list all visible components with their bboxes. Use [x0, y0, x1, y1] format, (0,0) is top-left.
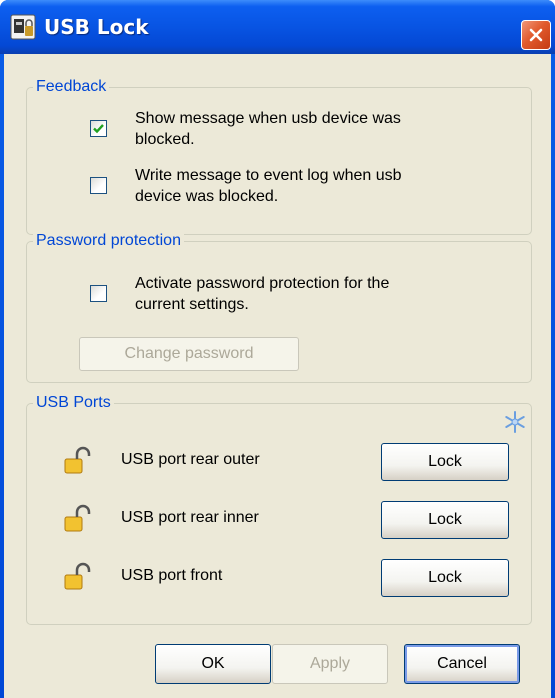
- password-checkbox[interactable]: [90, 285, 107, 302]
- event-log-option[interactable]: Write message to event log when usb devi…: [90, 165, 465, 207]
- snowflake-icon[interactable]: [503, 410, 527, 434]
- unlocked-padlock-icon: [64, 562, 91, 590]
- event-log-checkbox[interactable]: [90, 177, 107, 194]
- show-message-label-line1: Show message when usb device was: [135, 110, 401, 127]
- ok-button[interactable]: OK: [155, 644, 271, 684]
- lock-front-button[interactable]: Lock: [381, 559, 509, 597]
- show-message-checkbox[interactable]: [90, 120, 107, 137]
- close-icon: [529, 28, 543, 42]
- usb-port-label: USB port rear outer: [121, 451, 260, 468]
- dialog-body: Feedback Show message when usb device wa…: [4, 54, 551, 698]
- usb-ports-group-title: USB Ports: [33, 393, 114, 413]
- lock-rear-inner-button[interactable]: Lock: [381, 501, 509, 539]
- feedback-group-title: Feedback: [33, 77, 110, 97]
- event-log-label-line2: device was blocked.: [135, 188, 279, 205]
- usb-port-row: USB port front Lock: [63, 558, 543, 598]
- close-button[interactable]: [521, 20, 551, 50]
- checkmark-icon: [93, 124, 104, 134]
- password-label-line1: Activate password protection for the: [135, 275, 390, 292]
- lock-rear-outer-button[interactable]: Lock: [381, 443, 509, 481]
- cancel-button[interactable]: Cancel: [404, 644, 520, 684]
- usb-ports-group: USB Ports USB port rear outer Lock USB p…: [26, 393, 532, 625]
- window-title: USB Lock: [44, 15, 149, 39]
- apply-button[interactable]: Apply: [272, 644, 388, 684]
- password-label-line2: current settings.: [135, 296, 249, 313]
- show-message-option[interactable]: Show message when usb device was blocked…: [90, 108, 465, 150]
- show-message-label: Show message when usb device was blocked…: [135, 108, 465, 150]
- event-log-label: Write message to event log when usb devi…: [135, 165, 465, 207]
- unlocked-padlock-icon: [64, 504, 91, 532]
- password-group: Password protection Activate password pr…: [26, 231, 532, 383]
- usb-lock-app-icon: [10, 14, 36, 40]
- event-log-label-line1: Write message to event log when usb: [135, 167, 402, 184]
- password-option[interactable]: Activate password protection for the cur…: [90, 273, 465, 315]
- unlocked-padlock-icon: [64, 446, 91, 474]
- title-bar[interactable]: USB Lock: [0, 0, 555, 54]
- show-message-label-line2: blocked.: [135, 131, 195, 148]
- usb-port-row: USB port rear inner Lock: [63, 500, 543, 540]
- usb-port-label: USB port front: [121, 567, 223, 584]
- usb-port-label: USB port rear inner: [121, 509, 259, 526]
- password-group-title: Password protection: [33, 231, 184, 251]
- change-password-button[interactable]: Change password: [79, 337, 299, 371]
- usb-port-row: USB port rear outer Lock: [63, 442, 543, 482]
- password-label: Activate password protection for the cur…: [135, 273, 465, 315]
- usb-lock-window: USB Lock Feedback Show message when usb …: [0, 0, 555, 698]
- feedback-group: Feedback Show message when usb device wa…: [26, 77, 532, 235]
